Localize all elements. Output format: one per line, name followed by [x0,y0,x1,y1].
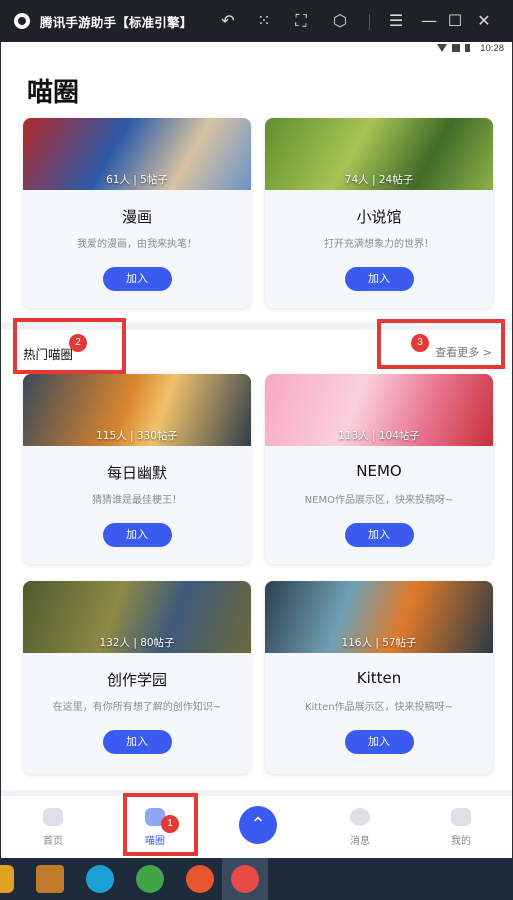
card-stats: 113人 | 104帖子 [338,430,420,442]
card-cover-image: 132人 | 80帖子 [23,581,251,653]
card-description: 我爱的漫画，由我来执笔！ [77,239,197,250]
card-cover-image: 116人 | 57帖子 [265,581,493,653]
card-stats: 132人 | 80帖子 [99,637,175,649]
annotation-badge: 2 [69,334,87,352]
status-bar: 10:28 [1,42,512,56]
card-description: Kitten作品展示区，快来投稿呀~ [304,702,454,713]
card-name: Kitten [356,669,402,687]
chevron-up-icon: ⌃ [250,814,266,835]
card-description: 打开充满想象力的世界！ [324,239,434,250]
nav-messages[interactable]: 消息 [330,808,390,847]
app-icon[interactable] [36,865,64,893]
card-stats: 74人 | 24帖子 [344,174,414,186]
undo-icon[interactable]: ↶ [218,11,238,31]
card-description: NEMO作品展示区，快来投稿呀~ [304,495,454,506]
circle-card-kitten[interactable]: 116人 | 57帖子 Kitten Kitten作品展示区，快来投稿呀~ 加入 [265,581,493,774]
card-stats: 116人 | 57帖子 [341,637,417,649]
chrome-icon[interactable] [136,865,164,893]
nav-label: 我的 [451,836,471,847]
nav-home[interactable]: 首页 [23,808,83,847]
circle-card-creative-academy[interactable]: 132人 | 80帖子 创作学园 在这里，有你所有想了解的创作知识~ 加入 [23,581,251,774]
edge-icon[interactable] [86,865,114,893]
create-button[interactable]: ⌃ [239,806,277,844]
join-button[interactable]: 加入 [102,523,172,547]
card-name: NEMO [356,462,402,480]
join-button[interactable]: 加入 [102,267,172,291]
nav-label: 首页 [43,836,63,847]
annotation-badge: 3 [411,334,429,352]
card-name: 每日幽默 [106,464,167,482]
card-description: 猜猜谁是最佳梗王！ [92,495,182,506]
circle-card-manga[interactable]: 61人 | 5帖子 漫画 我爱的漫画，由我来执笔！ 加入 [23,118,251,308]
app-logo-icon [14,13,30,29]
card-stats: 115人 | 330帖子 [96,430,178,442]
keyboard-icon[interactable]: ⁙ [254,11,274,31]
status-time: 10:28 [480,43,504,54]
maximize-icon[interactable]: ☐ [445,11,465,31]
signal-icon [452,44,460,52]
circle-card-novel[interactable]: 74人 | 24帖子 小说馆 打开充满想象力的世界！ 加入 [265,118,493,308]
wifi-icon [437,44,447,52]
join-button[interactable]: 加入 [344,267,414,291]
page-title: 喵圈 [27,78,80,108]
title-bar-divider [369,14,370,30]
card-stats: 61人 | 5帖子 [106,174,168,186]
annotation-badge: 1 [161,815,179,833]
join-button[interactable]: 加入 [344,523,414,547]
circle-card-nemo[interactable]: 113人 | 104帖子 NEMO NEMO作品展示区，快来投稿呀~ 加入 [265,374,493,564]
annotation-box-view-more [377,319,505,369]
settings-icon[interactable]: ⬡ [330,11,350,31]
emulator-title-bar: 腾讯手游助手【标准引擎】 ↶ ⁙ ⛶ ⬡ ☰ — ☐ ✕ [0,0,513,42]
card-name: 创作学园 [106,671,167,689]
browser-icon[interactable] [186,865,214,893]
tencent-assistant-icon[interactable] [231,865,259,893]
card-name: 小说馆 [356,208,402,226]
menu-icon[interactable]: ☰ [386,11,406,31]
nav-label: 消息 [350,836,370,847]
join-button[interactable]: 加入 [102,730,172,754]
app-screen: 10:28 喵圈 61人 | 5帖子 漫画 我爱的漫画，由我来执笔！ 加入 74… [0,42,513,858]
fullscreen-icon[interactable]: ⛶ [291,11,311,31]
card-cover-image: 74人 | 24帖子 [265,118,493,190]
battery-icon [465,44,470,52]
join-button[interactable]: 加入 [344,730,414,754]
card-cover-image: 115人 | 330帖子 [23,374,251,446]
card-description: 在这里，有你所有想了解的创作知识~ [52,702,222,713]
minimize-icon[interactable]: — [419,11,439,31]
card-name: 漫画 [121,208,152,226]
close-icon[interactable]: ✕ [474,11,494,31]
folder-icon[interactable] [0,865,14,893]
nav-me[interactable]: 我的 [431,808,491,847]
circle-card-daily-humor[interactable]: 115人 | 330帖子 每日幽默 猜猜谁是最佳梗王！ 加入 [23,374,251,564]
card-cover-image: 113人 | 104帖子 [265,374,493,446]
home-icon [43,808,63,826]
message-icon [350,808,370,826]
windows-taskbar [0,858,513,900]
bottom-navigation: 首页 喵圈 ⌃ 消息 我的 [1,790,512,858]
card-cover-image: 61人 | 5帖子 [23,118,251,190]
window-title: 腾讯手游助手【标准引擎】 [40,14,193,30]
profile-icon [451,808,471,826]
